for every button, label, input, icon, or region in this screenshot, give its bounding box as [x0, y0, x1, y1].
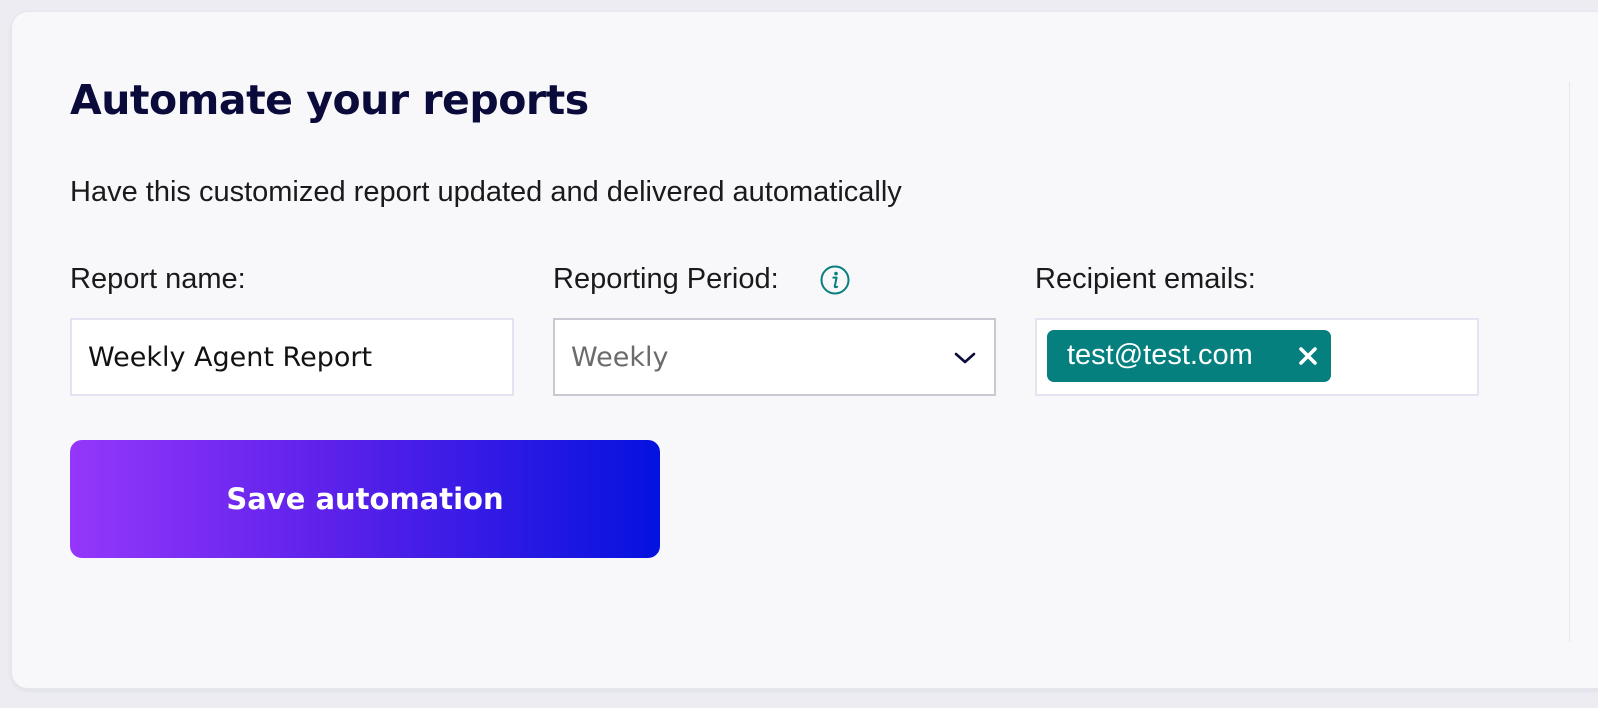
- info-icon[interactable]: [820, 265, 850, 295]
- divider: [1569, 82, 1570, 642]
- recipient-emails-label: Recipient emails:: [1035, 263, 1256, 295]
- reporting-period-value: Weekly: [571, 342, 669, 373]
- email-chip-label: test@test.com: [1067, 339, 1253, 371]
- page-title: Automate your reports: [70, 76, 589, 124]
- recipient-emails-input[interactable]: test@test.com: [1035, 318, 1479, 396]
- save-automation-button[interactable]: Save automation: [70, 440, 660, 558]
- reporting-period-select[interactable]: Weekly: [553, 318, 996, 396]
- email-chip: test@test.com: [1047, 330, 1331, 382]
- report-name-label: Report name:: [70, 263, 246, 295]
- reporting-period-label: Reporting Period:: [553, 263, 779, 295]
- chevron-down-icon: [953, 350, 977, 366]
- page-subtitle: Have this customized report updated and …: [70, 176, 902, 208]
- close-icon[interactable]: [1297, 345, 1319, 367]
- report-name-input[interactable]: [70, 318, 514, 396]
